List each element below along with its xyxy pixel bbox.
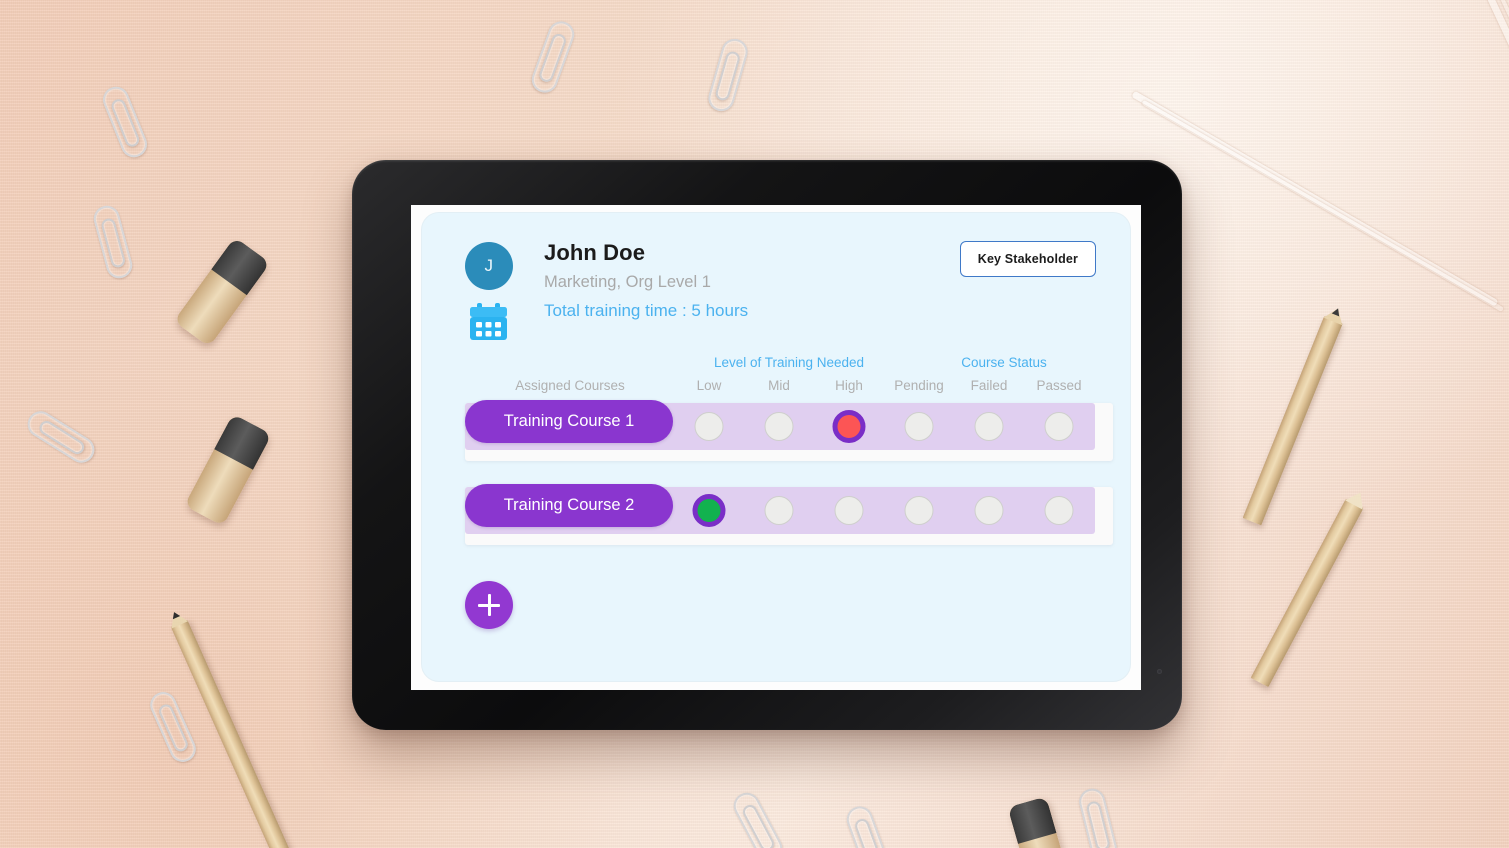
radio-dot-failed[interactable]	[974, 496, 1004, 525]
course-pill[interactable]: Training Course 1	[465, 400, 673, 443]
tablet-device: J John Doe Marketing, Org Level 1 Total …	[352, 160, 1182, 730]
avatar-initial: J	[484, 256, 494, 275]
tablet-screen: J John Doe Marketing, Org Level 1 Total …	[411, 205, 1141, 690]
column-heading-passed: Passed	[1036, 378, 1082, 393]
column-heading-high: High	[835, 378, 863, 393]
profile-text-block: John Doe Marketing, Org Level 1 Total tr…	[544, 239, 748, 324]
column-heading-pending: Pending	[894, 378, 944, 393]
radio-dot-high[interactable]	[834, 496, 864, 525]
total-training-time: Total training time : 5 hours	[544, 301, 749, 321]
radio-dot-passed[interactable]	[1044, 496, 1074, 525]
radio-dot-passed[interactable]	[1044, 412, 1074, 441]
course-pill[interactable]: Training Course 2	[465, 484, 673, 527]
profile-role: Marketing, Org Level 1	[544, 272, 711, 291]
course-rows: Training Course 1 Training Course 2	[422, 400, 1130, 571]
profile-header: J John Doe Marketing, Org Level 1 Total …	[422, 213, 1130, 343]
table-row: Training Course 1	[422, 400, 1130, 473]
radio-dot-mid[interactable]	[764, 412, 794, 441]
tablet-camera	[1157, 669, 1162, 674]
table-group-headings: Level of Training Needed Course Status	[422, 355, 1130, 373]
table-row: Training Course 2	[422, 484, 1130, 557]
calendar-icon	[467, 302, 510, 342]
page-title: John Doe	[544, 240, 646, 265]
group-heading-course-status: Course Status	[961, 355, 1047, 370]
training-profile-card: J John Doe Marketing, Org Level 1 Total …	[421, 212, 1131, 682]
radio-dot-pending[interactable]	[904, 496, 934, 525]
radio-dot-failed[interactable]	[974, 412, 1004, 441]
column-heading-mid: Mid	[768, 378, 790, 393]
avatar: J	[465, 242, 513, 290]
radio-dot-mid[interactable]	[764, 496, 794, 525]
table-column-headings: Assigned Courses Low Mid High Pending Fa…	[422, 378, 1130, 396]
key-stakeholder-button[interactable]: Key Stakeholder	[959, 241, 1096, 277]
add-course-button[interactable]	[465, 581, 513, 629]
column-heading-assigned-courses: Assigned Courses	[515, 378, 625, 393]
radio-dot-low[interactable]	[692, 494, 726, 527]
radio-dot-pending[interactable]	[904, 412, 934, 441]
radio-dot-high[interactable]	[832, 410, 866, 443]
column-heading-low: Low	[696, 378, 722, 393]
radio-dot-low[interactable]	[694, 412, 724, 441]
column-heading-failed: Failed	[970, 378, 1008, 393]
group-heading-level-of-training-needed: Level of Training Needed	[713, 355, 865, 370]
